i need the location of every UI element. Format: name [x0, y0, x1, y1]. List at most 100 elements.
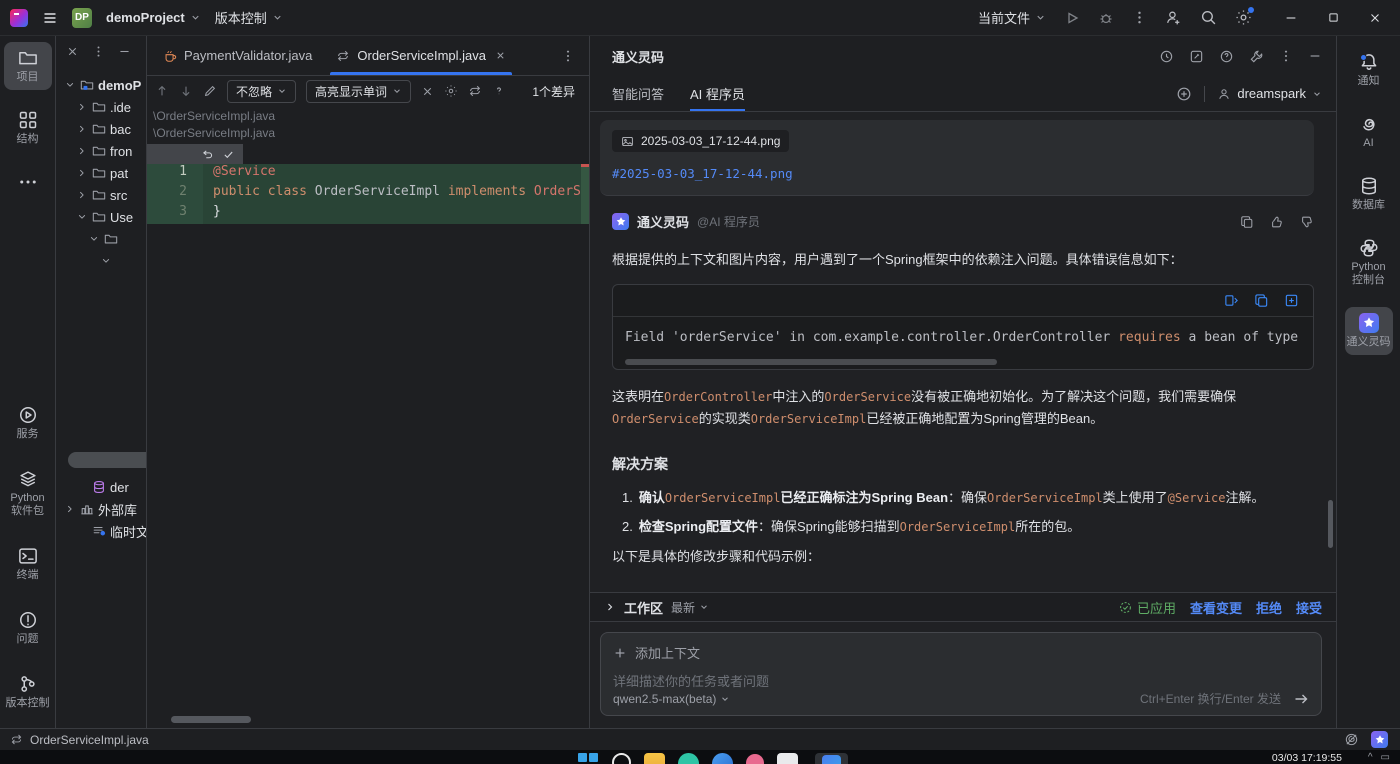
window-minimize-button[interactable]	[1270, 0, 1312, 36]
taskbar-teal-app-icon[interactable]	[678, 753, 699, 764]
new-chat-icon[interactable]	[1189, 49, 1204, 64]
reject-button[interactable]: 拒绝	[1256, 598, 1282, 617]
tree-item[interactable]	[56, 250, 146, 272]
collapse-all-icon[interactable]	[66, 45, 79, 58]
tree-item-use[interactable]: Use	[56, 206, 146, 228]
taskbar-active-app-icon[interactable]	[815, 753, 848, 764]
taskbar-win-icon[interactable]	[578, 753, 599, 764]
new-session-icon[interactable]	[1176, 86, 1192, 102]
taskbar-pink-app-icon[interactable]	[746, 754, 764, 764]
send-icon[interactable]	[1293, 691, 1309, 707]
chevron-right-icon[interactable]	[76, 189, 88, 201]
tree-item-fron[interactable]: fron	[56, 140, 146, 162]
diff-settings-icon[interactable]	[444, 84, 458, 98]
insert-code-icon[interactable]	[1224, 293, 1239, 308]
thumbs-down-icon[interactable]	[1300, 215, 1314, 229]
tool-button-terminal[interactable]: 终端	[4, 540, 52, 588]
tool-button-lingma[interactable]: 通义灵码	[1344, 307, 1393, 355]
view-changes-button[interactable]: 查看变更	[1190, 598, 1242, 617]
tool-button-problems[interactable]: 问题	[4, 604, 52, 652]
debug-icon[interactable]	[1098, 10, 1114, 26]
model-selector[interactable]: qwen2.5-max(beta)	[613, 692, 730, 706]
tool-button-project[interactable]: 项目	[3, 42, 52, 90]
tool-button-ai-assistant[interactable]: AI	[1345, 108, 1393, 156]
tool-button-structure[interactable]: 结构	[4, 104, 52, 152]
workspace-filter[interactable]: 最新	[671, 599, 709, 616]
tree-item-src[interactable]: src	[56, 184, 146, 206]
chevron-right-icon[interactable]	[76, 123, 88, 135]
tab-list-icon[interactable]	[561, 49, 589, 63]
taskbar-clock[interactable]: 03/03 17:19:55	[1272, 752, 1342, 764]
hide-panel-icon[interactable]	[1308, 49, 1322, 63]
code-horizontal-scrollbar[interactable]	[625, 359, 997, 365]
taskbar-blue-app-icon[interactable]	[712, 753, 733, 764]
code-line-2[interactable]: 2 public class OrderServiceImpl implement…	[147, 184, 589, 204]
window-maximize-button[interactable]	[1312, 0, 1354, 36]
chevron-right-icon[interactable]	[604, 601, 616, 613]
panel-options-icon[interactable]	[92, 45, 105, 58]
thumbs-up-icon[interactable]	[1270, 215, 1284, 229]
close-tab-icon[interactable]	[495, 50, 506, 61]
tool-button-more-tools[interactable]	[4, 166, 52, 198]
help-icon[interactable]	[1219, 49, 1234, 64]
accept-button[interactable]: 接受	[1296, 598, 1322, 617]
attachment-reference-link[interactable]: #2025-03-03_17-12-44.png	[612, 166, 1302, 181]
run-configuration-selector[interactable]: 当前文件	[978, 8, 1046, 27]
settings-icon[interactable]	[1235, 7, 1254, 26]
code-line-3[interactable]: 3}	[147, 204, 589, 224]
search-everywhere-icon[interactable]	[1200, 9, 1217, 26]
taskbar-folder-icon[interactable]	[644, 753, 665, 764]
hide-panel-icon[interactable]	[118, 45, 131, 58]
tree-item-demop[interactable]: demoP	[56, 74, 146, 96]
tree-item-ide[interactable]: .ide	[56, 96, 146, 118]
highlight-mode-dropdown[interactable]: 高亮显示单词	[306, 79, 412, 103]
run-icon[interactable]	[1064, 10, 1080, 26]
tab-smart-qa[interactable]: 智能问答	[612, 76, 664, 111]
taskbar-white-app-icon[interactable]	[777, 753, 798, 764]
chat-input[interactable]	[613, 672, 1309, 690]
tool-button-database[interactable]: 数据库	[1345, 170, 1393, 218]
tool-button-python-console[interactable]: Python 控制台	[1345, 232, 1393, 293]
tree-item-der[interactable]: der	[56, 476, 146, 498]
tool-button-python-packages[interactable]: Python 软件包	[4, 463, 52, 524]
editor-horizontal-scrollbar[interactable]	[171, 716, 251, 723]
tool-button-notifications[interactable]: 通知	[1345, 46, 1393, 94]
account-menu[interactable]: dreamspark	[1217, 86, 1322, 101]
accept-change-icon[interactable]	[222, 148, 235, 161]
next-difference-icon[interactable]	[179, 84, 193, 98]
tab-ai-programmer[interactable]: AI 程序员	[690, 76, 745, 111]
chevron-down-icon[interactable]	[76, 211, 88, 223]
panel-options-icon[interactable]	[1279, 49, 1293, 63]
new-file-icon[interactable]	[1284, 293, 1299, 308]
chat-vertical-scrollbar[interactable]	[1328, 500, 1333, 548]
chevron-right-icon[interactable]	[76, 167, 88, 179]
chevron-right-icon[interactable]	[76, 145, 88, 157]
ai-completion-disabled-icon[interactable]	[1344, 732, 1359, 747]
tree-item-[interactable]: 临时文	[56, 520, 146, 542]
taskbar-search-icon[interactable]	[612, 753, 631, 764]
taskbar-tray[interactable]: ^ ▭	[1368, 752, 1390, 763]
status-file-name[interactable]: OrderServiceImpl.java	[30, 733, 149, 747]
add-context-button[interactable]: 添加上下文	[613, 643, 1309, 662]
copy-icon[interactable]	[1240, 215, 1254, 229]
main-menu-icon[interactable]	[42, 10, 58, 26]
tools-icon[interactable]	[1249, 49, 1264, 64]
help-icon[interactable]	[492, 84, 506, 98]
project-switcher[interactable]: demoProject	[106, 10, 201, 25]
previous-difference-icon[interactable]	[155, 84, 169, 98]
chevron-right-icon[interactable]	[64, 503, 76, 515]
vcs-menu[interactable]: 版本控制	[215, 8, 283, 27]
tree-item-[interactable]: 外部库	[56, 498, 146, 520]
chevron-down-icon[interactable]	[100, 255, 112, 267]
workspace-label[interactable]: 工作区	[624, 598, 663, 617]
revert-change-icon[interactable]	[201, 148, 214, 161]
tree-item-bac[interactable]: bac	[56, 118, 146, 140]
tree-scrollbar[interactable]	[68, 452, 146, 468]
attachment-chip[interactable]: 2025-03-03_17-12-44.png	[612, 130, 790, 152]
edit-icon[interactable]	[203, 84, 217, 98]
window-close-button[interactable]	[1354, 0, 1396, 36]
collapse-unchanged-icon[interactable]	[421, 85, 434, 98]
code-line-1[interactable]: 1 @Service	[147, 164, 589, 184]
more-actions-icon[interactable]	[1132, 10, 1147, 25]
copy-code-icon[interactable]	[1254, 293, 1269, 308]
